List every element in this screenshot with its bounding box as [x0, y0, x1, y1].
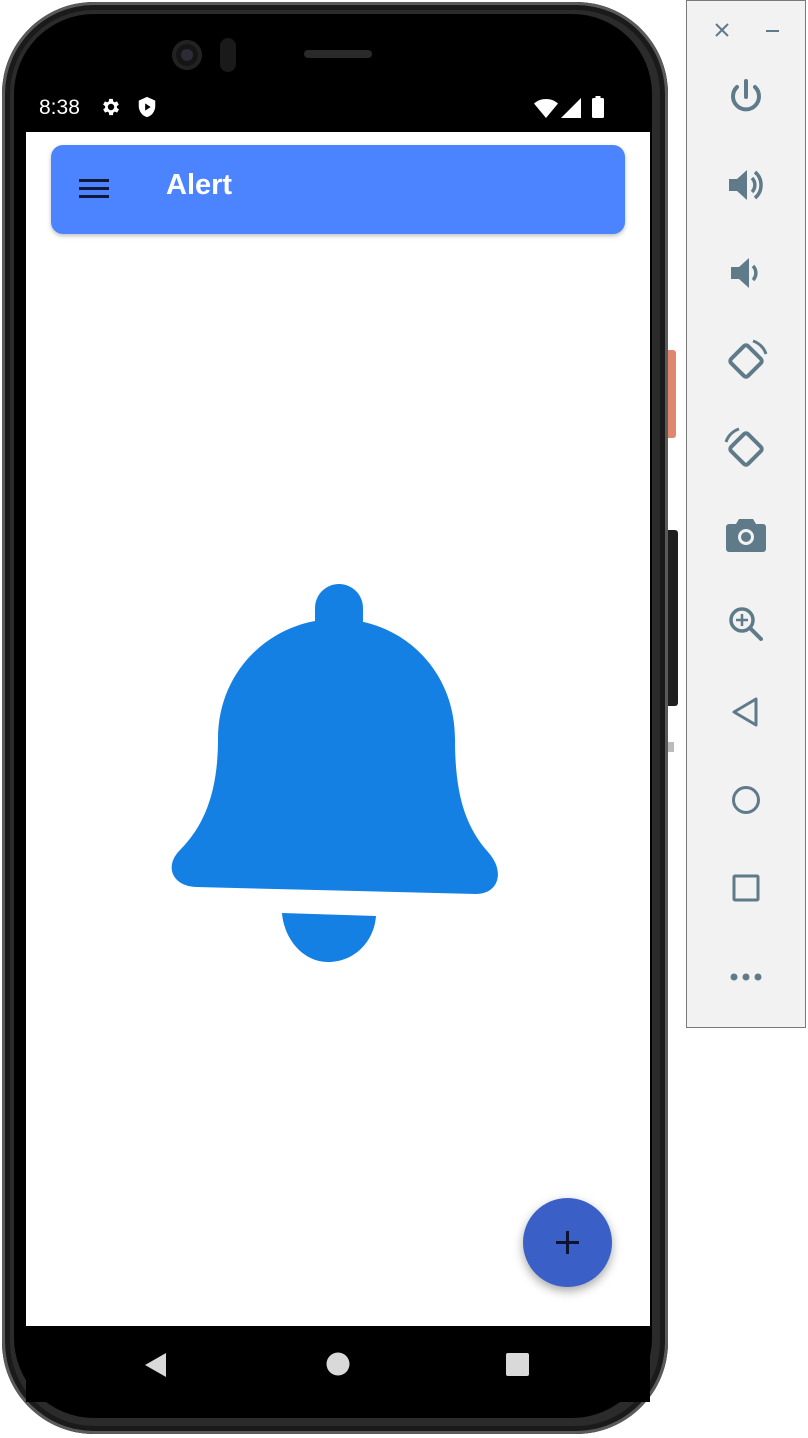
volume-down-icon[interactable] — [723, 250, 769, 296]
rotate-left-icon[interactable] — [723, 338, 769, 384]
app-bar: Alert — [51, 145, 625, 234]
status-time: 8:38 — [39, 96, 80, 119]
earpiece-speaker — [304, 50, 372, 58]
power-icon[interactable] — [723, 75, 769, 121]
zoom-icon[interactable] — [723, 601, 769, 647]
more-icon[interactable] — [723, 953, 769, 999]
gear-icon — [100, 96, 122, 123]
overview-icon[interactable] — [723, 865, 769, 911]
side-marker — [668, 742, 674, 752]
emulator-toolbar — [686, 0, 806, 1028]
status-bar: 8:38 — [26, 84, 650, 132]
back-icon[interactable] — [723, 689, 769, 735]
minimize-icon[interactable] — [761, 19, 783, 41]
proximity-sensor — [220, 38, 236, 72]
home-icon[interactable] — [326, 1352, 350, 1381]
camera-icon[interactable] — [723, 513, 769, 559]
recents-icon[interactable] — [506, 1353, 529, 1381]
signal-icon — [561, 98, 581, 123]
front-camera — [172, 40, 202, 70]
wifi-icon — [534, 98, 558, 123]
bell-icon — [168, 584, 502, 971]
play-shield-icon — [136, 96, 158, 123]
device-screen: 8:38 Alert — [26, 84, 650, 1326]
page-title: Alert — [166, 169, 233, 201]
volume-up-icon[interactable] — [723, 162, 769, 208]
menu-icon[interactable] — [77, 173, 111, 207]
home-icon[interactable] — [723, 777, 769, 823]
plus-icon — [556, 1231, 579, 1254]
battery-icon — [592, 96, 604, 123]
volume-side-button — [668, 530, 678, 706]
power-side-button — [668, 350, 676, 438]
back-icon[interactable] — [144, 1352, 168, 1383]
add-button[interactable] — [523, 1198, 612, 1287]
close-icon[interactable] — [711, 19, 733, 41]
navigation-bar — [26, 1326, 650, 1402]
rotate-right-icon[interactable] — [723, 426, 769, 472]
